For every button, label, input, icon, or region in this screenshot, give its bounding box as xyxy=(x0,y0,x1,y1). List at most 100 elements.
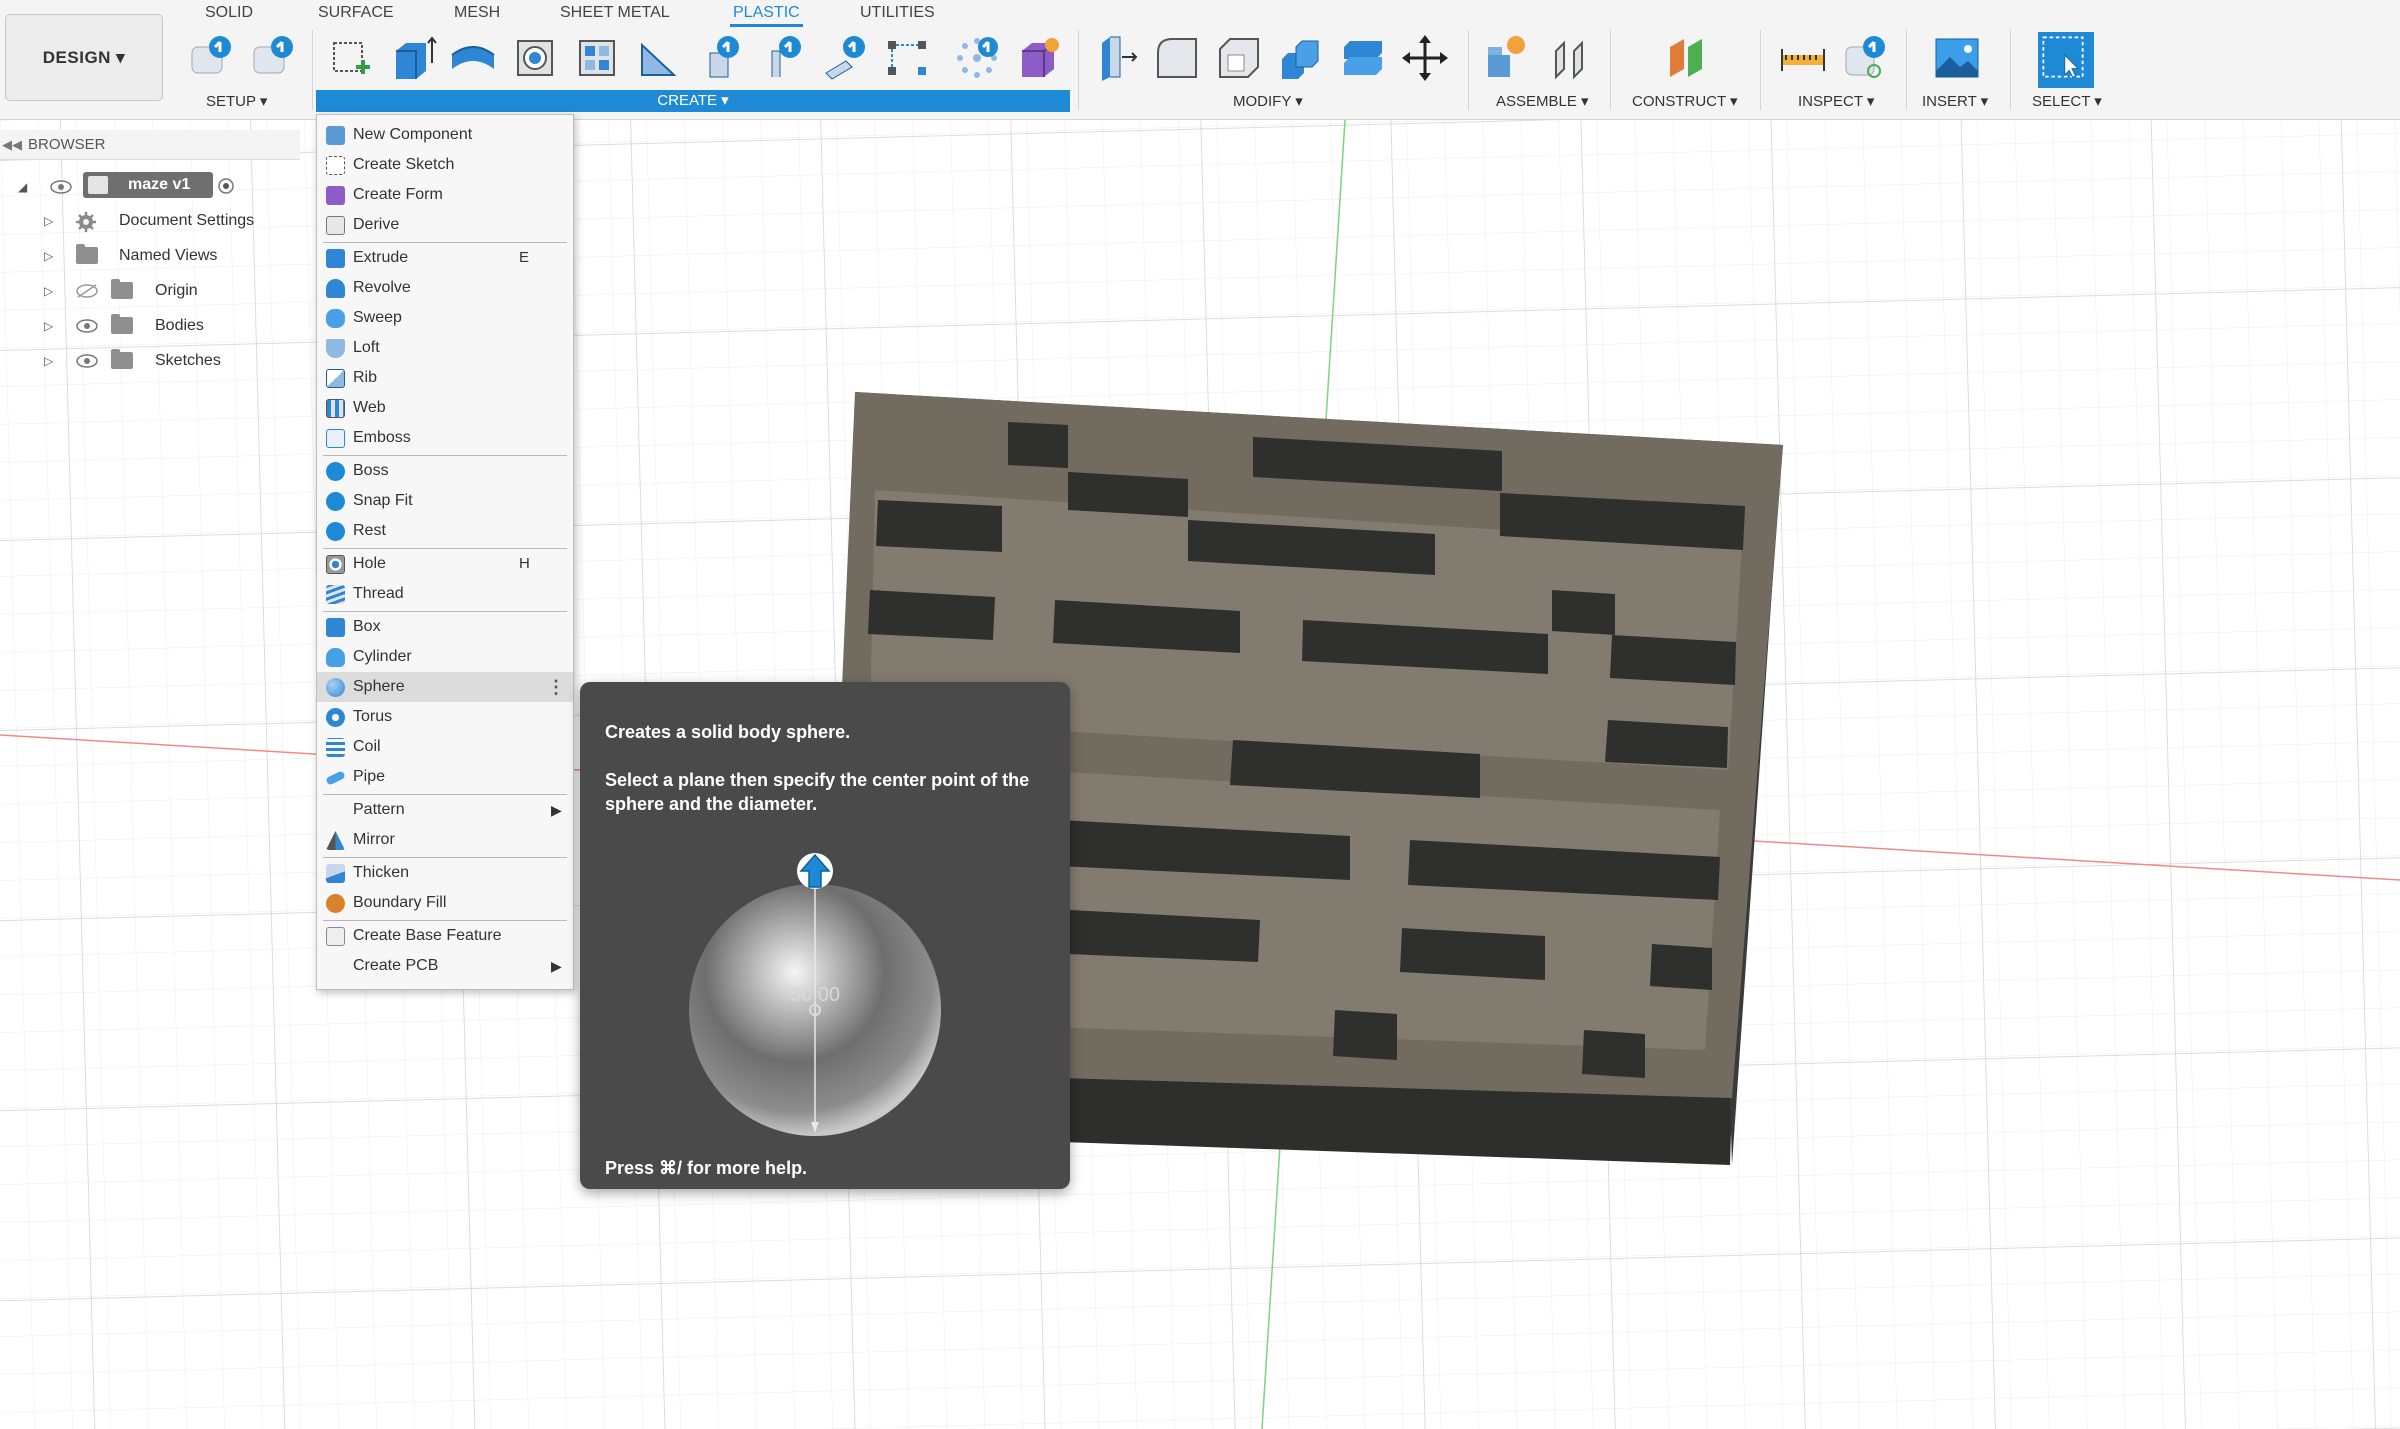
tab-surface[interactable]: SURFACE xyxy=(318,4,394,22)
new-component-icon xyxy=(326,126,345,145)
thread-icon xyxy=(326,585,345,604)
rest-icon[interactable] xyxy=(820,33,870,83)
tree-row-bodies[interactable]: ▷ Bodies xyxy=(0,311,300,341)
menu-item-pattern[interactable]: Pattern ▶ xyxy=(317,795,573,825)
menu-item-rest[interactable]: Rest xyxy=(317,516,573,546)
move-icon[interactable] xyxy=(1400,33,1450,83)
tree-row-document-settings[interactable]: ▷ Document Settings xyxy=(0,206,300,236)
setup-group-label[interactable]: SETUP ▾ xyxy=(206,92,267,110)
menu-item-sweep[interactable]: Sweep xyxy=(317,303,573,333)
folder-icon xyxy=(111,349,133,369)
menu-item-create-base-feature[interactable]: Create Base Feature xyxy=(317,921,573,951)
menu-item-mirror[interactable]: Mirror xyxy=(317,825,573,855)
torus-icon xyxy=(326,708,345,727)
menu-item-boss[interactable]: Boss xyxy=(317,456,573,486)
tab-solid[interactable]: SOLID xyxy=(205,4,253,22)
menu-item-sphere[interactable]: Sphere ⋮ xyxy=(317,672,573,702)
circular-pattern-icon[interactable] xyxy=(952,33,1002,83)
shell-icon[interactable] xyxy=(1214,33,1264,83)
browser-header[interactable]: ◀◀ BROWSER xyxy=(0,130,300,160)
assemble-group-label[interactable]: ASSEMBLE ▾ xyxy=(1496,92,1589,110)
activate-radio-icon[interactable] xyxy=(217,177,235,195)
menu-item-thread[interactable]: Thread xyxy=(317,579,573,609)
web-icon[interactable] xyxy=(572,33,622,83)
insert-group-label[interactable]: INSERT ▾ xyxy=(1922,92,1988,110)
press-pull-icon[interactable] xyxy=(1092,33,1142,83)
menu-item-hole[interactable]: Hole H xyxy=(317,549,573,579)
visibility-eye-icon[interactable] xyxy=(76,354,98,368)
menu-item-cylinder[interactable]: Cylinder xyxy=(317,642,573,672)
snap-fit-icon[interactable] xyxy=(758,33,808,83)
interference-icon[interactable] xyxy=(1840,33,1890,83)
tree-row-sketches[interactable]: ▷ Sketches xyxy=(0,346,300,376)
browser-title: BROWSER xyxy=(28,136,106,153)
combine-icon[interactable] xyxy=(1276,33,1326,83)
menu-item-box[interactable]: Box xyxy=(317,612,573,642)
pattern-icon[interactable] xyxy=(882,33,932,83)
menu-item-revolve[interactable]: Revolve xyxy=(317,273,573,303)
tree-row-named-views[interactable]: ▷ Named Views xyxy=(0,241,300,271)
expand-arrow-icon[interactable]: ▷ xyxy=(44,206,53,236)
menu-item-create-form[interactable]: Create Form xyxy=(317,180,573,210)
menu-item-create-pcb[interactable]: Create PCB ▶ xyxy=(317,951,573,981)
expand-arrow-icon[interactable]: ▷ xyxy=(44,311,53,341)
menu-item-torus[interactable]: Torus xyxy=(317,702,573,732)
hidden-eye-icon[interactable] xyxy=(76,284,98,298)
create-form-icon[interactable] xyxy=(1014,33,1064,83)
tab-plastic[interactable]: PLASTIC xyxy=(730,4,803,27)
joint-icon[interactable] xyxy=(1546,33,1596,83)
plastic-rules-icon[interactable] xyxy=(186,33,236,83)
expand-arrow-icon[interactable]: ▷ xyxy=(44,346,53,376)
new-component-icon[interactable] xyxy=(1482,33,1532,83)
menu-item-pipe[interactable]: Pipe xyxy=(317,762,573,792)
extrude-icon xyxy=(326,249,345,268)
split-body-icon[interactable] xyxy=(1338,33,1388,83)
measure-icon[interactable] xyxy=(1778,33,1828,83)
menu-item-web[interactable]: Web xyxy=(317,393,573,423)
menu-item-rib[interactable]: Rib xyxy=(317,363,573,393)
menu-item-coil[interactable]: Coil xyxy=(317,732,573,762)
boss-icon[interactable] xyxy=(696,33,746,83)
menu-item-thicken[interactable]: Thicken xyxy=(317,858,573,888)
menu-item-new-component[interactable]: New Component xyxy=(317,120,573,150)
tree-row-origin[interactable]: ▷ Origin xyxy=(0,276,300,306)
create-group-label[interactable]: CREATE ▾ xyxy=(316,90,1070,112)
pipe-icon xyxy=(325,770,346,786)
drag-arrow-icon xyxy=(797,853,833,889)
insert-canvas-icon[interactable] xyxy=(1932,33,1982,83)
select-group-label[interactable]: SELECT ▾ xyxy=(2032,92,2102,110)
inspect-group-label[interactable]: INSPECT ▾ xyxy=(1798,92,1874,110)
revolve-icon[interactable] xyxy=(448,33,498,83)
snap-fit-icon xyxy=(326,492,345,511)
menu-item-boundary-fill[interactable]: Boundary Fill xyxy=(317,888,573,918)
toolbar-divider xyxy=(1078,30,1079,110)
boundary-fill-icon xyxy=(326,894,345,913)
expand-arrow-icon[interactable]: ▷ xyxy=(44,241,53,271)
menu-item-create-sketch[interactable]: Create Sketch xyxy=(317,150,573,180)
rib-icon[interactable] xyxy=(634,33,684,83)
modify-group-label[interactable]: MODIFY ▾ xyxy=(1233,92,1303,110)
material-icon[interactable] xyxy=(248,33,298,83)
fillet-icon[interactable] xyxy=(1152,33,1202,83)
more-options-icon[interactable]: ⋮ xyxy=(547,672,565,702)
offset-plane-icon[interactable] xyxy=(1662,33,1712,83)
construct-group-label[interactable]: CONSTRUCT ▾ xyxy=(1632,92,1738,110)
menu-item-extrude[interactable]: Extrude E xyxy=(317,243,573,273)
hole-icon[interactable] xyxy=(510,33,560,83)
menu-item-loft[interactable]: Loft xyxy=(317,333,573,363)
visibility-eye-icon[interactable] xyxy=(76,319,98,333)
expand-arrow-icon[interactable]: ▷ xyxy=(44,276,53,306)
visibility-eye-icon[interactable] xyxy=(50,180,72,194)
create-sketch-icon[interactable] xyxy=(326,33,376,83)
menu-item-snap-fit[interactable]: Snap Fit xyxy=(317,486,573,516)
select-icon[interactable] xyxy=(2038,32,2094,88)
expand-root-icon[interactable]: ◢ xyxy=(18,172,27,202)
tab-mesh[interactable]: MESH xyxy=(454,4,500,22)
extrude-icon[interactable] xyxy=(388,33,438,83)
tab-utilities[interactable]: UTILITIES xyxy=(860,4,935,22)
menu-item-emboss[interactable]: Emboss xyxy=(317,423,573,453)
collapse-browser-icon[interactable]: ◀◀ xyxy=(2,130,22,160)
menu-item-derive[interactable]: Derive xyxy=(317,210,573,240)
tab-sheet-metal[interactable]: SHEET METAL xyxy=(560,4,670,22)
workspace-switcher[interactable]: DESIGN ▾ xyxy=(5,14,163,101)
